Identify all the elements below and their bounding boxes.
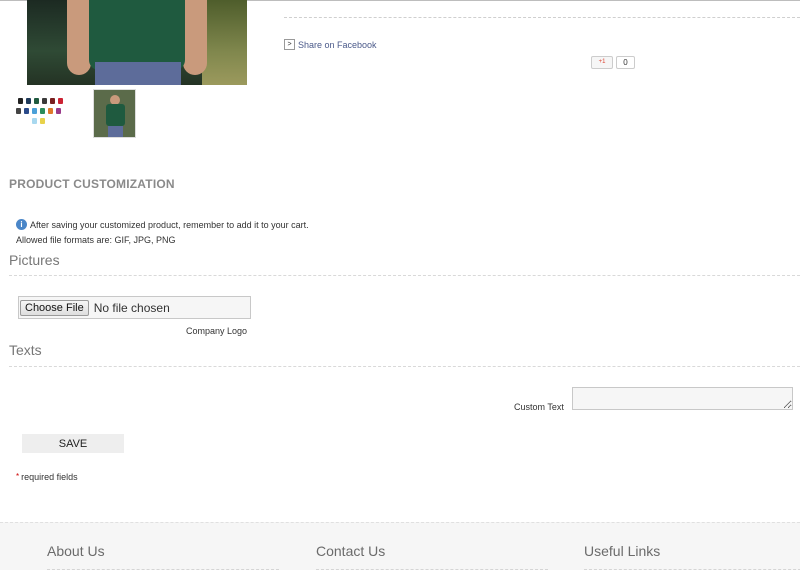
info-message: i After saving your customized product, … <box>16 219 309 230</box>
color-swatch <box>40 118 45 124</box>
file-status: No file chosen <box>93 300 170 315</box>
thumbnail-product-photo[interactable] <box>93 89 136 138</box>
color-swatch <box>16 108 21 114</box>
color-swatch <box>42 98 47 104</box>
color-swatch <box>50 98 55 104</box>
custom-text-label: Custom Text <box>514 402 564 412</box>
info-icon: i <box>16 219 27 230</box>
customization-title: PRODUCT CUSTOMIZATION <box>9 177 175 191</box>
google-plus-widget[interactable]: +1 0 <box>591 56 635 69</box>
required-fields-note: * required fields <box>16 472 78 482</box>
color-swatch <box>26 98 31 104</box>
color-swatch <box>34 98 39 104</box>
pictures-divider <box>9 275 800 276</box>
share-facebook-link[interactable]: > Share on Facebook <box>284 39 377 50</box>
required-text: required fields <box>21 472 78 482</box>
color-swatch <box>32 108 37 114</box>
custom-text-input[interactable] <box>572 387 793 410</box>
social-divider <box>284 17 800 18</box>
color-swatch <box>24 108 29 114</box>
file-upload-field[interactable]: Choose File No file chosen <box>18 296 251 319</box>
color-swatch <box>56 108 61 114</box>
allowed-formats: Allowed file formats are: GIF, JPG, PNG <box>16 235 176 245</box>
arrow-right-icon: > <box>284 39 295 50</box>
product-main-image[interactable] <box>27 0 247 85</box>
texts-heading: Texts <box>9 342 42 358</box>
google-plus-icon[interactable]: +1 <box>591 56 613 69</box>
share-facebook-label: Share on Facebook <box>298 39 377 50</box>
texts-divider <box>9 366 800 367</box>
info-text: After saving your customized product, re… <box>30 219 309 230</box>
color-swatch <box>32 118 37 124</box>
footer-useful-links[interactable]: Useful Links <box>584 543 660 559</box>
color-swatch <box>40 108 45 114</box>
footer: About Us Contact Us Useful Links <box>0 522 800 570</box>
save-button[interactable]: SAVE <box>22 434 124 453</box>
color-swatch <box>18 98 23 104</box>
color-swatch <box>48 108 53 114</box>
google-plus-count: 0 <box>616 56 635 69</box>
required-mark: * <box>16 472 20 481</box>
pictures-heading: Pictures <box>9 252 60 268</box>
company-logo-label: Company Logo <box>186 326 248 336</box>
color-swatch <box>58 98 63 104</box>
footer-contact-us[interactable]: Contact Us <box>316 543 385 559</box>
footer-about-us[interactable]: About Us <box>47 543 105 559</box>
thumbnail-color-swatches[interactable] <box>16 96 68 126</box>
choose-file-button[interactable]: Choose File <box>20 299 89 316</box>
